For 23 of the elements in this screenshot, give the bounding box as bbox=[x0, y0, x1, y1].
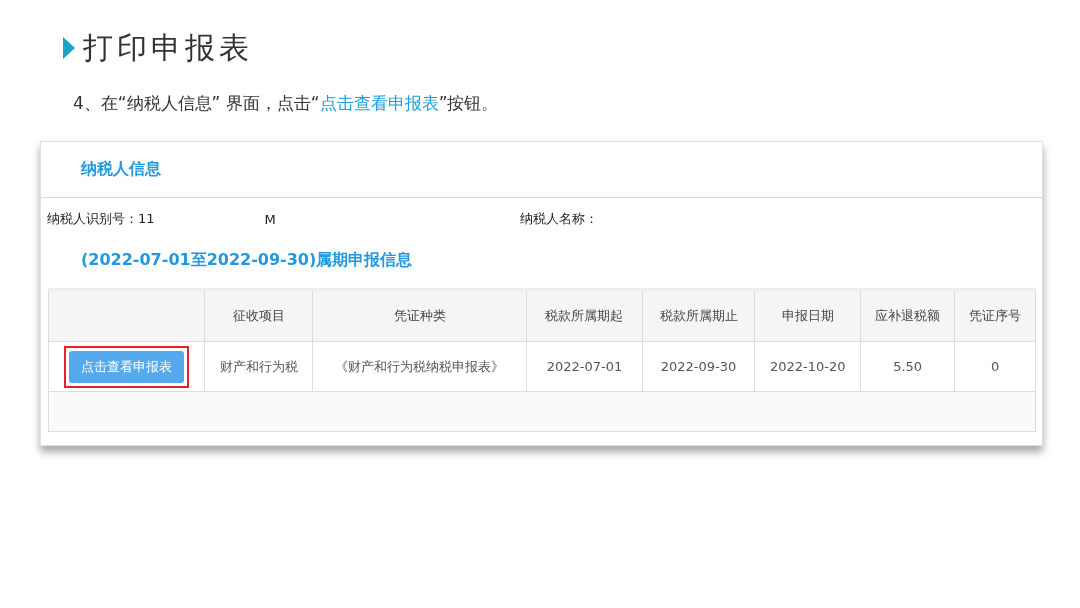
column-header: 征收项目 bbox=[204, 289, 313, 342]
view-report-button[interactable]: 点击查看申报表 bbox=[69, 350, 185, 383]
slide-title: 打印申报表 bbox=[83, 28, 253, 67]
taxpayer-id-label: 纳税人识别号：11 bbox=[47, 210, 155, 228]
table-cell: 2022-09-30 bbox=[642, 341, 755, 392]
triangle-icon bbox=[63, 37, 75, 59]
table-cell: 5.50 bbox=[860, 341, 955, 392]
column-header: 申报日期 bbox=[754, 289, 861, 342]
period-title: (2022-07-01至2022-09-30)属期申报信息 bbox=[80, 249, 414, 271]
column-header: 税款所属期起 bbox=[526, 289, 643, 342]
taxpayer-id-value: M bbox=[264, 211, 276, 227]
column-header: 税款所属期止 bbox=[642, 289, 755, 342]
instruction-text: 4、在“纳税人信息” 界面，点击“点击查看申报表”按钮。 bbox=[73, 92, 500, 115]
column-header: 应补退税额 bbox=[860, 289, 955, 342]
table-cell: 财产和行为税 bbox=[204, 341, 313, 392]
table-cell: 2022-07-01 bbox=[526, 341, 643, 392]
column-header: 凭证序号 bbox=[954, 289, 1036, 342]
table-cell: 2022-10-20 bbox=[754, 341, 861, 392]
column-header: 凭证种类 bbox=[312, 289, 527, 342]
table-cell: 《财产和行为税纳税申报表》 bbox=[312, 341, 527, 392]
taxpayer-name-label: 纳税人名称： bbox=[519, 210, 598, 228]
panel-title: 纳税人信息 bbox=[81, 159, 161, 180]
table-cell: 0 bbox=[954, 341, 1036, 392]
